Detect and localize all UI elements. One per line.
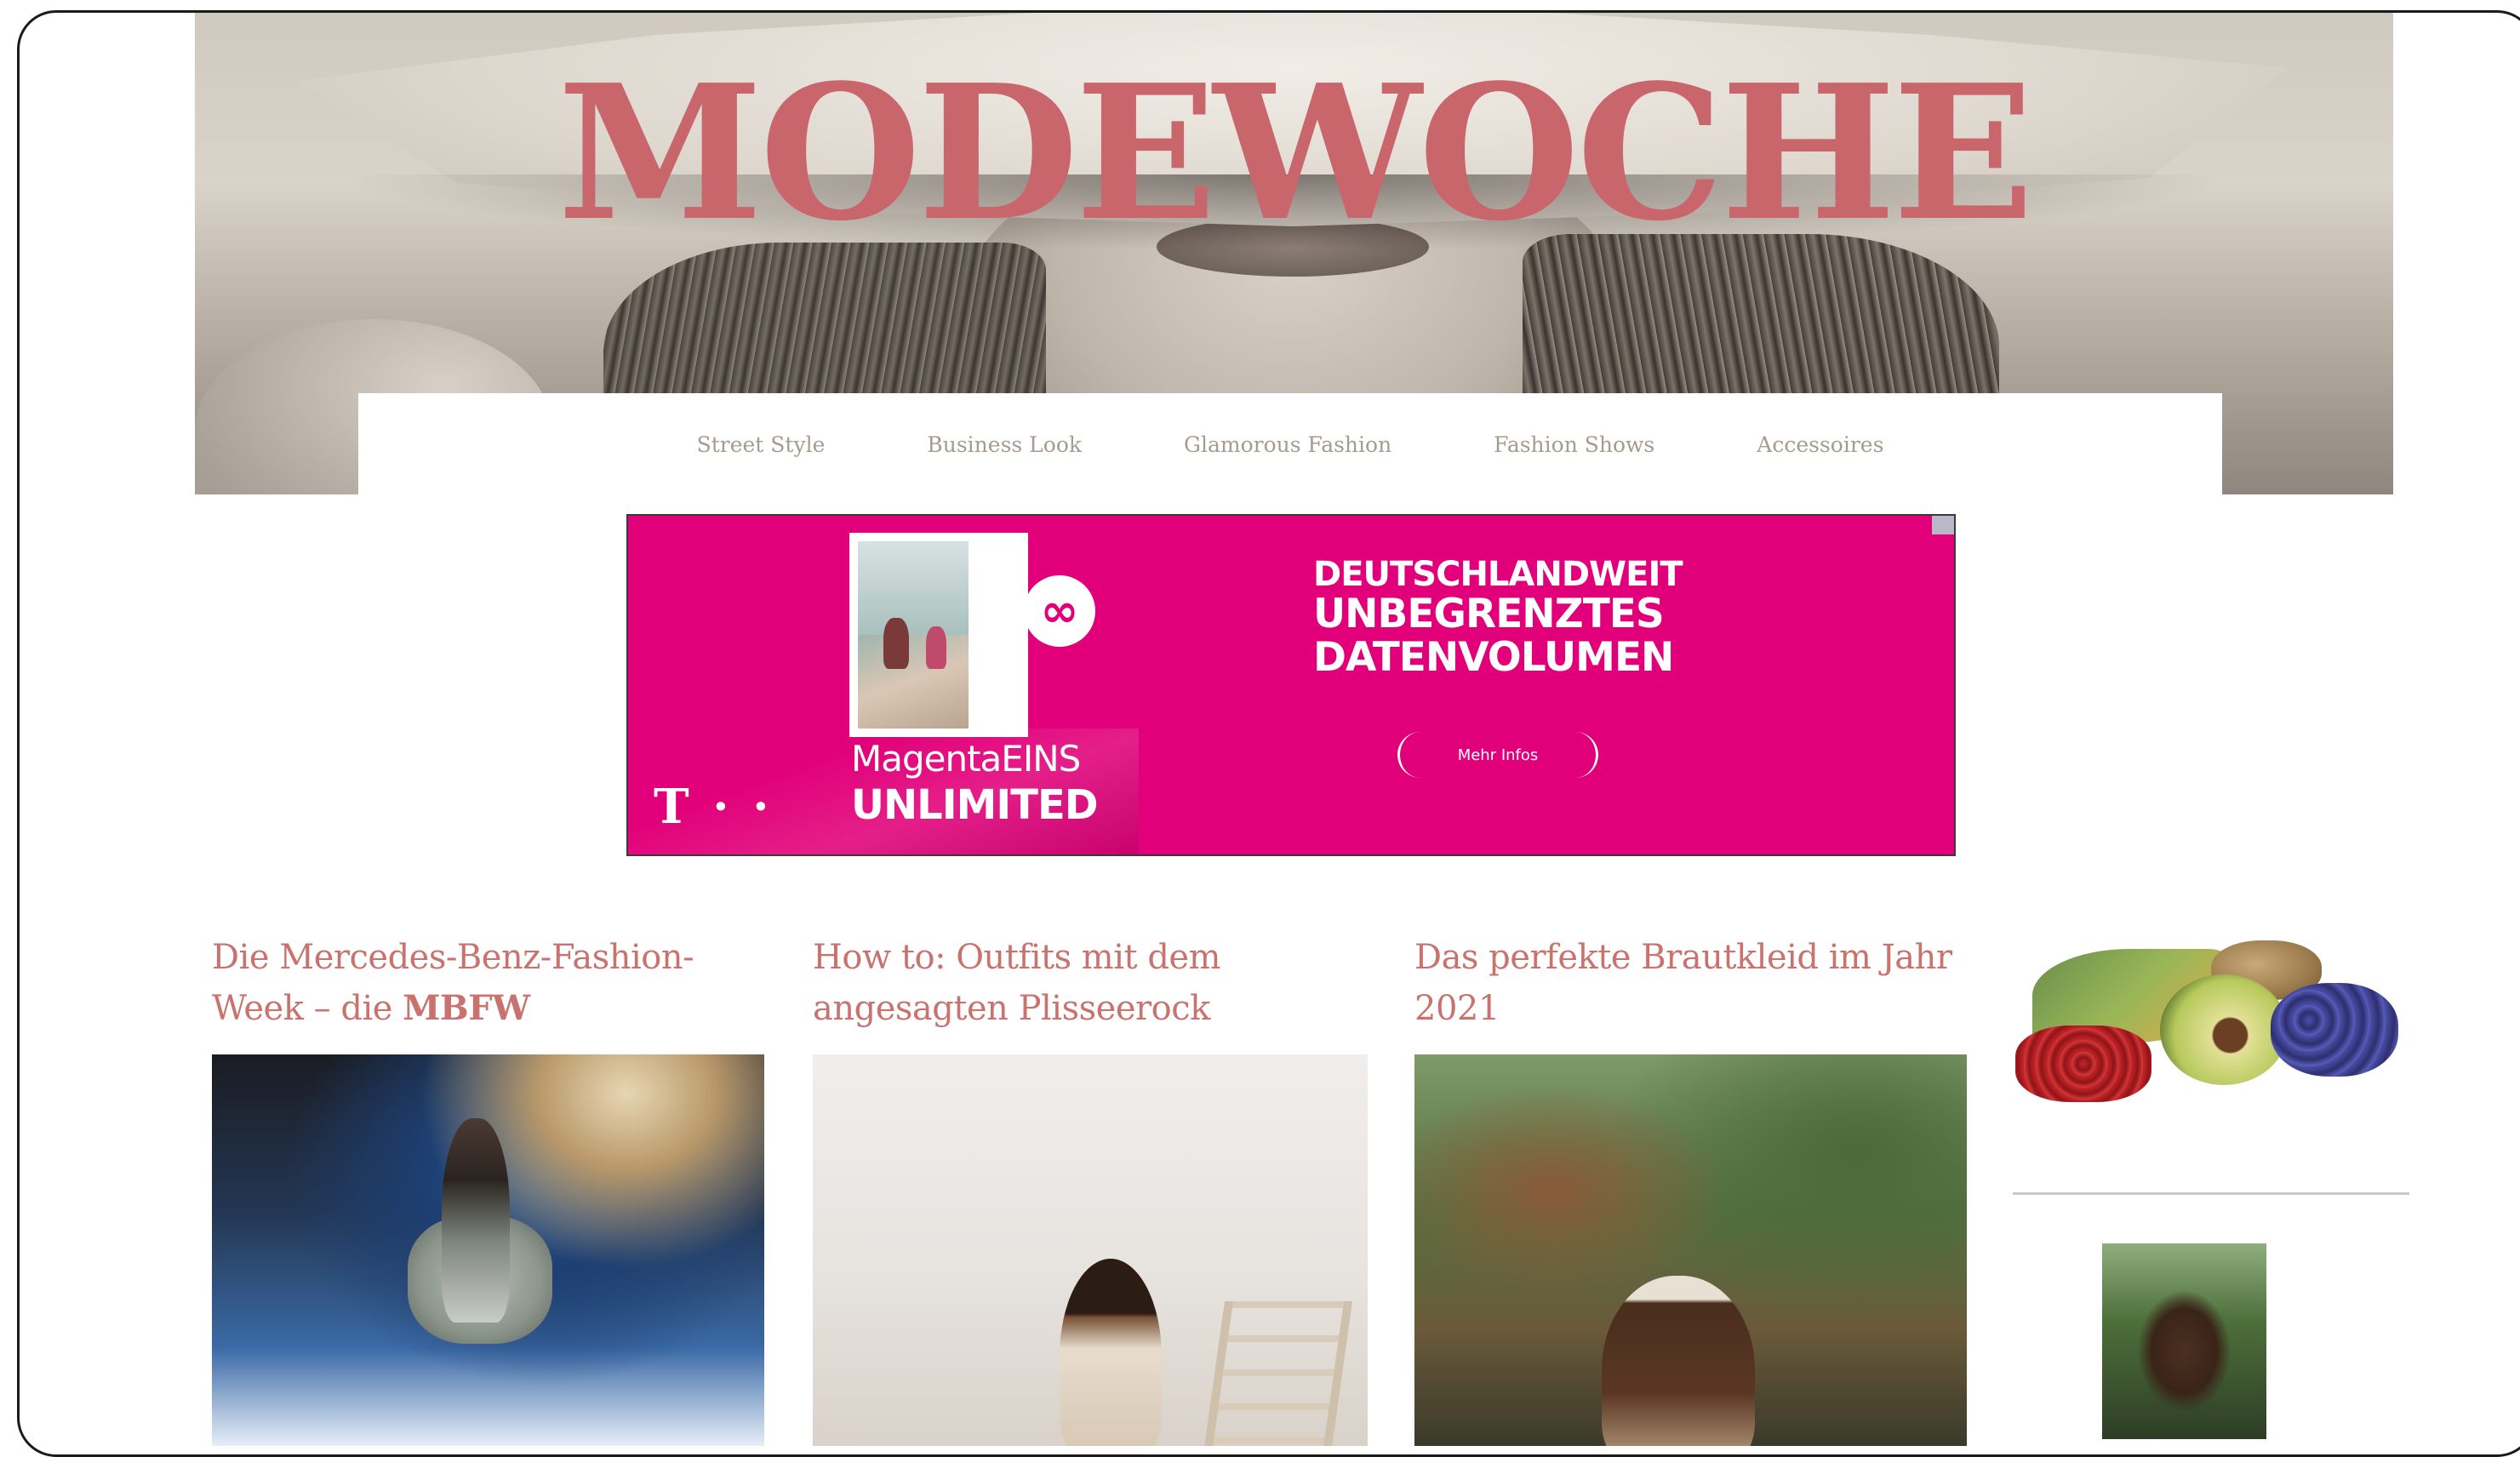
telekom-logo-icon: T · · <box>654 779 773 835</box>
article-image-model-ladder[interactable] <box>813 1054 1368 1446</box>
ad-more-info-button[interactable]: Mehr Infos <box>1397 732 1598 778</box>
article-title-text: How to: Outfits mit dem angesagten Pliss… <box>813 938 1221 1028</box>
ad-logo-photo <box>849 533 977 737</box>
article-card: Die Mercedes-Benz-Fashion-Week – die MBF… <box>212 932 765 1446</box>
ad-logo-one-stem <box>977 533 1028 737</box>
article-title-link[interactable]: Die Mercedes-Benz-Fashion-Week – die MBF… <box>212 932 765 1034</box>
browser-frame: MODEWOCHE Street Style Business Look Gla… <box>17 10 2520 1457</box>
ad-brand-tagline: UNLIMITED <box>851 781 1099 829</box>
ad-headline: DEUTSCHLANDWEIT UNBEGRENZTES DATENVOLUME… <box>1313 555 1683 681</box>
woman-figure <box>1602 1276 1755 1446</box>
food-avocado <box>2160 974 2288 1085</box>
ad-headline-line: UNBEGRENZTES <box>1313 591 1665 638</box>
ad-headline-line: DEUTSCHLANDWEIT <box>1313 555 1683 594</box>
sidebar-portrait-image[interactable] <box>2102 1243 2266 1439</box>
food-goji-berries <box>2015 1026 2151 1102</box>
sidebar-superfood-image[interactable] <box>2015 932 2407 1111</box>
site-title[interactable]: MODEWOCHE <box>195 60 2393 246</box>
ad-photo-sky <box>858 541 969 635</box>
ad-photo-person <box>926 626 946 669</box>
runway-model <box>442 1118 510 1323</box>
article-image-runway[interactable] <box>212 1054 764 1446</box>
ad-brand-name: MagentaEINS <box>851 738 1081 780</box>
main-navigation: Street Style Business Look Glamorous Fas… <box>358 393 2222 495</box>
food-blueberries <box>2271 983 2398 1077</box>
nav-item-fashion-shows[interactable]: Fashion Shows <box>1494 432 1654 457</box>
ad-headline-line: DATENVOLUMEN <box>1313 633 1674 681</box>
model-figure <box>1060 1259 1162 1446</box>
advertisement-banner[interactable]: ∞ MagentaEINS UNLIMITED T · · DEUTSCHLAN… <box>626 514 1956 856</box>
ladder-shape <box>1200 1301 1353 1446</box>
article-image-garden[interactable] <box>1414 1054 1967 1446</box>
infinity-icon: ∞ <box>1024 575 1095 647</box>
article-title-link[interactable]: Das perfekte Brautkleid im Jahr 2021 <box>1414 932 1968 1034</box>
nav-item-business-look[interactable]: Business Look <box>927 432 1082 457</box>
nav-item-glamorous-fashion[interactable]: Glamorous Fashion <box>1184 432 1391 457</box>
nav-item-street-style[interactable]: Street Style <box>697 432 826 457</box>
article-title-text: Das perfekte Brautkleid im Jahr 2021 <box>1414 938 1952 1028</box>
ad-choices-icon[interactable] <box>1932 516 1954 534</box>
article-card: How to: Outfits mit dem angesagten Pliss… <box>813 932 1368 1446</box>
ad-photo-person <box>883 618 909 669</box>
article-title-bold: MBFW <box>403 988 530 1028</box>
article-card: Das perfekte Brautkleid im Jahr 2021 <box>1414 932 1968 1446</box>
nav-item-accessoires[interactable]: Accessoires <box>1757 432 1883 457</box>
article-title-link[interactable]: How to: Outfits mit dem angesagten Pliss… <box>813 932 1366 1034</box>
sidebar-divider <box>2013 1192 2409 1195</box>
magentaeins-logo-icon: ∞ <box>849 533 1096 737</box>
